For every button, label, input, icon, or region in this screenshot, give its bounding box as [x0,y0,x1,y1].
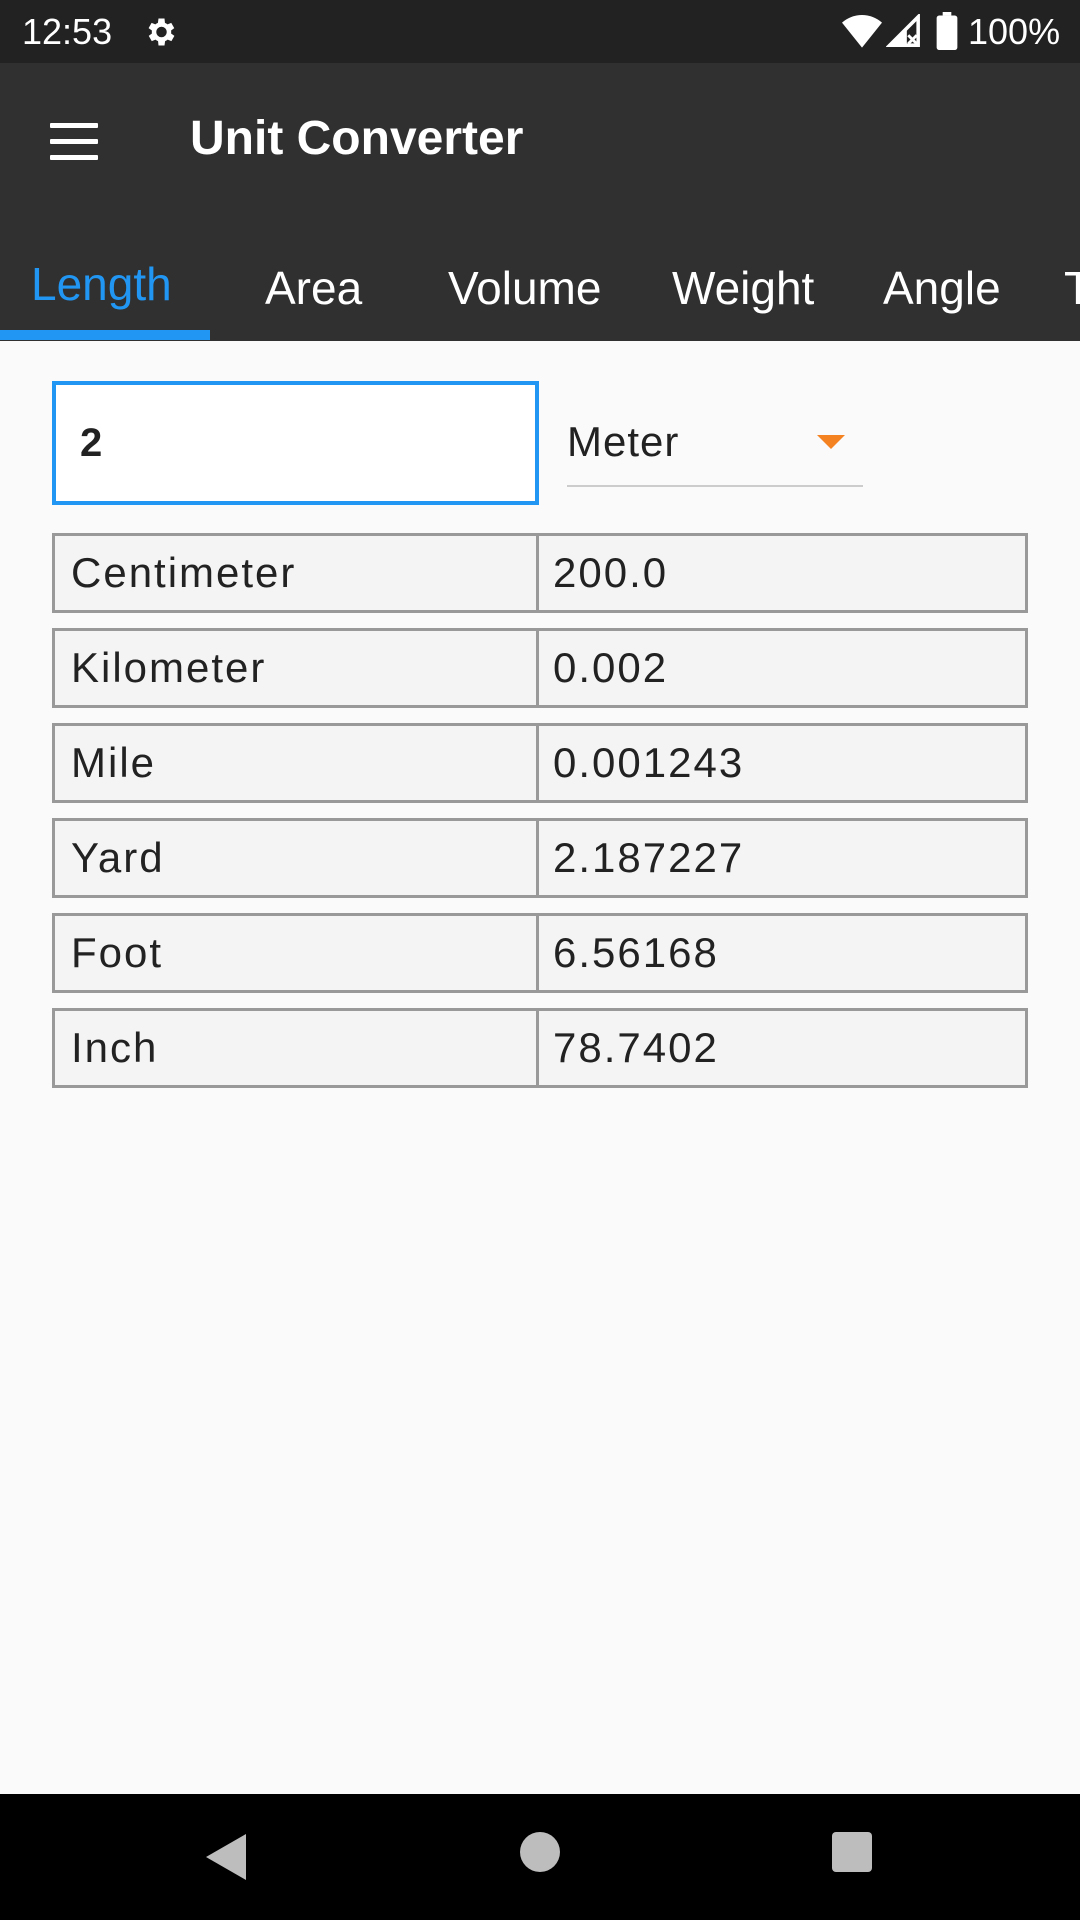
tab-temperature[interactable]: T [1064,238,1080,341]
tab-volume[interactable]: Volume [448,238,601,341]
battery-icon [936,12,958,50]
unit-name: Inch [55,1011,539,1085]
table-row: Mile 0.001243 [52,723,1028,803]
unit-value: 200.0 [553,549,669,596]
battery-percentage: 100% [968,11,1061,52]
unit-name: Centimeter [55,536,539,610]
converter-content: 2 Meter Centimeter 200.0 Kilometer 0.002… [0,341,1080,1794]
recent-apps-icon[interactable] [832,1832,872,1872]
table-row: Yard 2.187227 [52,818,1028,898]
home-icon[interactable] [520,1832,560,1872]
status-bar: 12:53 100% [0,0,1080,63]
value-input[interactable]: 2 [52,381,539,505]
tab-angle[interactable]: Angle [883,238,1001,341]
unit-value: 2.187227 [553,834,745,881]
app-bar: Unit Converter Length Area Volume Weight… [0,63,1080,341]
settings-gear-icon [148,18,175,46]
unit-value: 6.56168 [553,929,719,976]
table-row: Kilometer 0.002 [52,628,1028,708]
status-time: 12:53 [22,11,113,52]
tab-area[interactable]: Area [265,238,362,341]
unit-name: Mile [55,726,539,800]
signal-icon [886,14,920,47]
table-row: Inch 78.7402 [52,1008,1028,1088]
results-table: Centimeter 200.0 Kilometer 0.002 Mile 0.… [52,533,1028,1103]
unit-dropdown-label: Meter [567,418,680,465]
unit-dropdown[interactable]: Meter [567,397,863,487]
tab-indicator [0,330,210,340]
system-nav-bar [0,1794,1080,1920]
wifi-icon [842,15,882,48]
unit-value: 78.7402 [553,1024,719,1071]
table-row: Foot 6.56168 [52,913,1028,993]
back-icon[interactable] [200,1830,250,1884]
unit-name: Kilometer [55,631,539,705]
unit-value: 0.002 [553,644,669,691]
tab-weight[interactable]: Weight [672,238,814,341]
page-title: Unit Converter [190,112,524,165]
category-tabs: Length Area Volume Weight Angle T [0,238,1080,341]
tab-length[interactable]: Length [31,238,172,341]
unit-name: Foot [55,916,539,990]
unit-name: Yard [55,821,539,895]
table-row: Centimeter 200.0 [52,533,1028,613]
hamburger-menu-icon[interactable] [30,99,116,185]
unit-value: 0.001243 [553,739,745,786]
dropdown-arrow-icon [817,435,845,449]
